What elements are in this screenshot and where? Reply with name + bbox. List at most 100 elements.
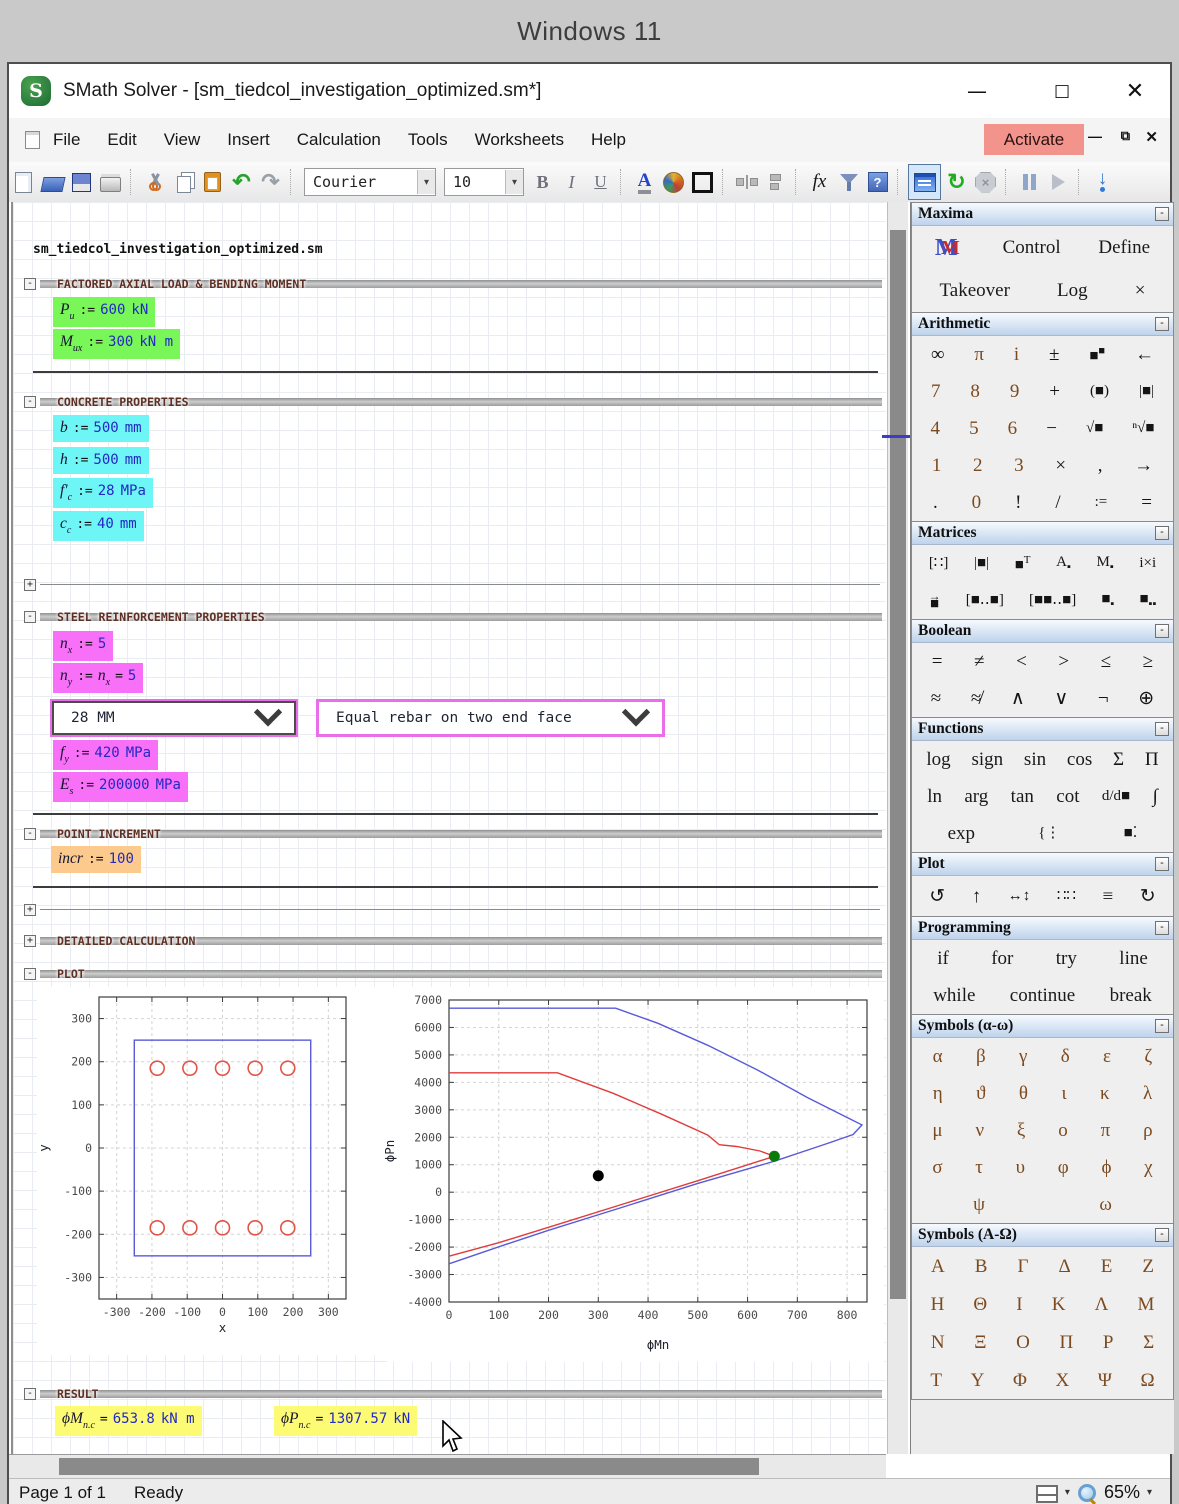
palette-button-glyph[interactable]: δ	[1061, 1047, 1070, 1066]
expr-Mux[interactable]: Mux:=300kN m	[53, 329, 180, 359]
palette-button-define[interactable]: Define	[1098, 238, 1150, 257]
palette-button-glyph[interactable]: Ν	[931, 1333, 945, 1352]
palette-button-glyph[interactable]: σ	[932, 1158, 942, 1177]
chevron-down-icon[interactable]: ▾	[505, 170, 523, 194]
palette-button-glyph[interactable]: →■	[929, 593, 941, 608]
palette-button-glyph[interactable]: .	[933, 493, 938, 512]
palette-button-glyph[interactable]: ω	[1099, 1195, 1112, 1214]
palette-button-line[interactable]: line	[1119, 949, 1148, 968]
menu-insert[interactable]: Insert	[227, 130, 270, 150]
palette-button-log[interactable]: log	[926, 750, 950, 769]
vertical-scrollbar-thumb[interactable]	[890, 230, 906, 1299]
palette-button-glyph[interactable]: Χ	[1055, 1371, 1069, 1390]
palette-button-6[interactable]: 6	[1008, 419, 1018, 438]
palette-button-if[interactable]: if	[937, 949, 949, 968]
palette-button-glyph[interactable]: λ	[1143, 1084, 1152, 1103]
cut-button[interactable]	[141, 167, 168, 197]
palette-button-glyph[interactable]: π	[1101, 1121, 1111, 1140]
horizontal-scrollbar[interactable]	[9, 1454, 886, 1479]
menu-calculation[interactable]: Calculation	[297, 130, 381, 150]
rebar-layout-dropdown[interactable]: Equal rebar on two end face	[316, 699, 665, 737]
palette-button-glyph[interactable]: [■‥■]	[966, 593, 1004, 608]
palette-button-glyph[interactable]: ↑	[972, 887, 982, 906]
palette-button-glyph[interactable]: Ω	[1141, 1371, 1155, 1390]
palette-button-glyph[interactable]: ∷∷	[1057, 889, 1076, 904]
expr-nx[interactable]: nx:=5	[53, 631, 113, 661]
mdi-minimize-button[interactable]: —	[1088, 128, 1102, 144]
palette-button-sin[interactable]: sin	[1024, 750, 1046, 769]
activate-button[interactable]: Activate	[984, 124, 1084, 155]
panel-collapse-button[interactable]: -	[1155, 317, 1169, 331]
palette-button-glyph[interactable]: Κ	[1052, 1295, 1066, 1314]
palette-button-glyph[interactable]: ε	[1103, 1047, 1111, 1066]
expr-Es[interactable]: Es:=200000MPa	[53, 772, 188, 802]
palette-button-1[interactable]: 1	[932, 456, 942, 475]
chevron-down-icon[interactable]	[254, 698, 282, 726]
palette-button-continue[interactable]: continue	[1010, 986, 1075, 1005]
expr-phiPnc[interactable]: ϕPn.c=1307.57kN	[274, 1406, 417, 1436]
palette-button-glyph[interactable]: θ	[1019, 1084, 1028, 1103]
palette-button-log[interactable]: Log	[1057, 281, 1088, 300]
panel-collapse-button[interactable]: -	[1155, 857, 1169, 871]
font-size-select[interactable]: 10▾	[444, 168, 524, 196]
menu-help[interactable]: Help	[591, 130, 626, 150]
palette-button-glyph[interactable]: =	[932, 652, 943, 671]
expand-toggle[interactable]: +	[24, 579, 36, 591]
palette-button-m[interactable]: M▪	[1096, 555, 1113, 573]
open-button[interactable]	[39, 167, 66, 197]
worksheet-canvas[interactable]: sm_tiedcol_investigation_optimized.sm - …	[11, 202, 886, 1454]
palette-button-glyph[interactable]: Υ	[971, 1371, 985, 1390]
palette-button-glyph[interactable]: /	[1055, 493, 1060, 512]
panel-collapse-button[interactable]: -	[1155, 921, 1169, 935]
palette-button-3[interactable]: 3	[1014, 456, 1024, 475]
vertical-scrollbar[interactable]	[887, 202, 908, 1454]
minimize-button[interactable]: —	[954, 64, 1000, 118]
palette-button-glyph[interactable]: :=	[1095, 495, 1108, 510]
collapse-toggle[interactable]: -	[24, 396, 36, 408]
menu-view[interactable]: View	[164, 130, 201, 150]
palette-button-glyph[interactable]: ρ	[1143, 1121, 1152, 1140]
palette-button-glyph[interactable]: Π	[1145, 750, 1159, 769]
redo-button[interactable]: ↷	[257, 167, 284, 197]
rebar-size-dropdown[interactable]: 28 MM	[50, 699, 298, 737]
palette-button-glyph[interactable]: [■■‥■]	[1029, 593, 1076, 608]
stop-button[interactable]: ×	[972, 167, 999, 197]
palette-button-glyph[interactable]: Μ	[1138, 1295, 1155, 1314]
palette-button-glyph[interactable]: (■)	[1090, 384, 1109, 399]
palette-button-glyph[interactable]: υ	[1016, 1158, 1025, 1177]
palette-button-ii[interactable]: i×i	[1139, 556, 1156, 571]
menu-file[interactable]: File	[53, 130, 80, 150]
palette-button-glyph[interactable]: Ο	[1016, 1333, 1030, 1352]
panel-collapse-button[interactable]: -	[1155, 624, 1169, 638]
palette-button-glyph[interactable]: =	[1141, 493, 1152, 512]
palette-button-glyph[interactable]: ⊕	[1138, 689, 1154, 708]
palette-button-glyph[interactable]: Ψ	[1098, 1371, 1112, 1390]
palette-button-t[interactable]: ■T	[1015, 555, 1031, 573]
palette-button-glyph[interactable]: χ	[1144, 1158, 1152, 1177]
palette-button-9[interactable]: 9	[1010, 382, 1020, 401]
palette-button-glyph[interactable]: ≡	[1102, 887, 1113, 906]
palette-button-glyph[interactable]: Σ	[1143, 1333, 1154, 1352]
palette-button-glyph[interactable]: ϑ	[976, 1084, 985, 1103]
palette-button-glyph[interactable]: ←	[1135, 345, 1154, 364]
palette-button-7[interactable]: 7	[931, 382, 941, 401]
palette-button-glyph[interactable]: ■▪▪	[1139, 592, 1156, 610]
palette-button-takeover[interactable]: Takeover	[940, 281, 1010, 300]
chevron-down-icon[interactable]	[622, 698, 650, 726]
palette-button-cos[interactable]: cos	[1067, 750, 1092, 769]
palette-button-glyph[interactable]: [∷]	[929, 556, 949, 571]
palette-button-glyph[interactable]: ■■	[1089, 346, 1105, 364]
menu-worksheets[interactable]: Worksheets	[475, 130, 564, 150]
palette-button-glyph[interactable]: Λ	[1095, 1295, 1109, 1314]
palette-button-5[interactable]: 5	[969, 419, 979, 438]
font-color-button[interactable]: A	[631, 167, 658, 197]
palette-button-glyph[interactable]: κ	[1100, 1084, 1110, 1103]
save-button[interactable]	[68, 167, 95, 197]
palette-button-glyph[interactable]: ↔↕	[1008, 889, 1031, 904]
expr-fc[interactable]: f'c:=28MPa	[53, 478, 153, 508]
pause-button[interactable]	[1016, 167, 1043, 197]
palette-button-glyph[interactable]: Τ	[930, 1371, 942, 1390]
maximize-button[interactable]: □	[1039, 64, 1085, 118]
collapse-toggle[interactable]: -	[24, 828, 36, 840]
palette-button-glyph[interactable]: ,	[1098, 456, 1103, 475]
